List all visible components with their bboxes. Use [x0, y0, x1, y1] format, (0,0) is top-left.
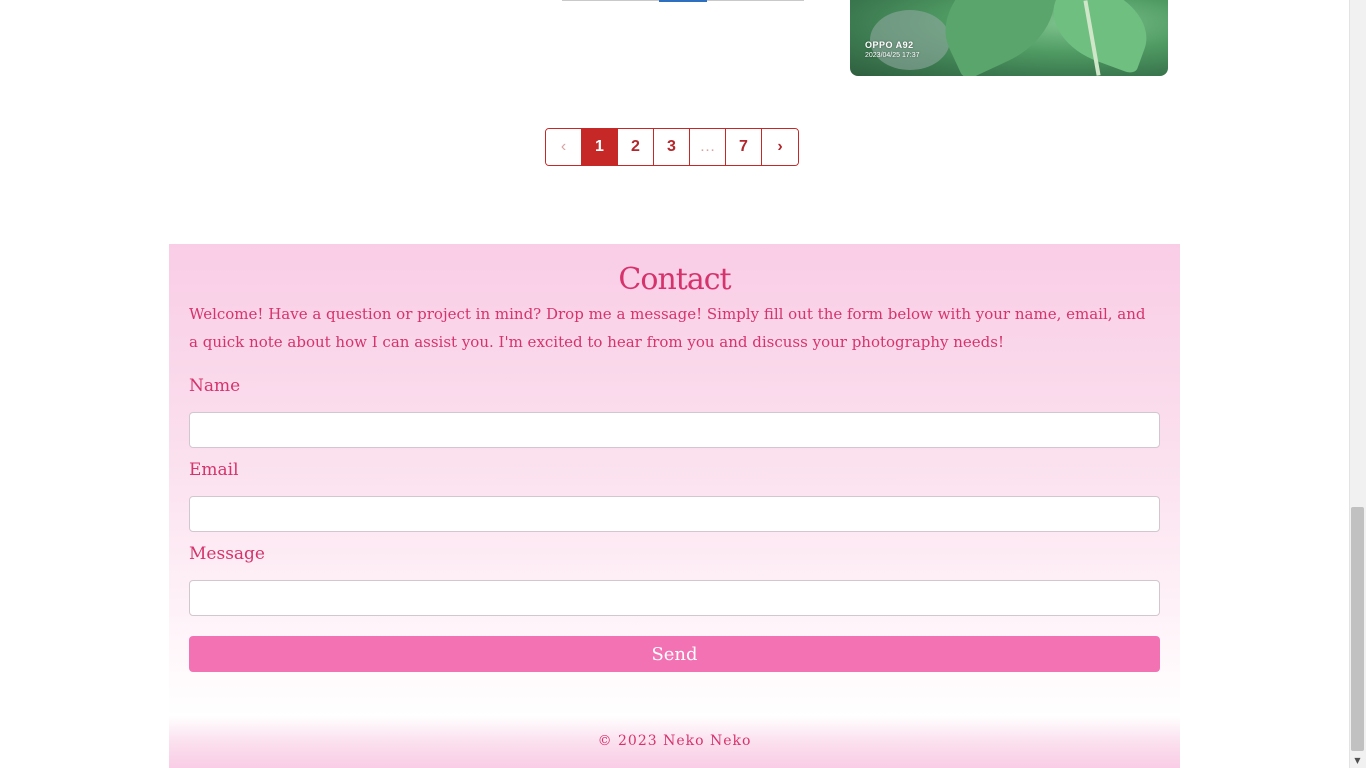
- pagination-page-last[interactable]: 7: [726, 129, 762, 165]
- pagination-ellipsis: …: [690, 129, 726, 165]
- message-input[interactable]: [189, 580, 1160, 616]
- message-label: Message: [189, 544, 265, 564]
- contact-section: Contact Welcome! Have a question or proj…: [169, 244, 1180, 716]
- name-input[interactable]: [189, 412, 1160, 448]
- pagination-page-2[interactable]: 2: [618, 129, 654, 165]
- gallery-photo-thumbnail[interactable]: OPPO A92 2023/04/25 17:37: [850, 0, 1168, 76]
- photo-leaf: [1041, 0, 1159, 75]
- send-button[interactable]: Send: [189, 636, 1160, 672]
- name-label: Name: [189, 376, 241, 396]
- gallery-card-accent: [659, 0, 707, 2]
- photo-watermark-device: OPPO A92: [865, 40, 914, 50]
- pagination-prev-button[interactable]: ‹: [546, 129, 582, 165]
- page-viewport: OPPO A92 2023/04/25 17:37 ‹ 1 2 3 … 7 › …: [0, 0, 1366, 768]
- email-input[interactable]: [189, 496, 1160, 532]
- footer: © 2023 Neko Neko: [169, 716, 1180, 768]
- pagination-page-1[interactable]: 1: [582, 129, 618, 165]
- scrollbar-down-arrow-icon[interactable]: ▼: [1352, 755, 1363, 766]
- pagination-next-button[interactable]: ›: [762, 129, 798, 165]
- contact-intro-text: Welcome! Have a question or project in m…: [189, 305, 1146, 351]
- scrollbar-thumb[interactable]: [1351, 507, 1364, 751]
- email-label: Email: [189, 460, 239, 480]
- photo-watermark-timestamp: 2023/04/25 17:37: [865, 52, 920, 59]
- photo-watermark: OPPO A92 2023/04/25 17:37: [865, 40, 920, 59]
- footer-copyright: © 2023 Neko Neko: [597, 733, 752, 749]
- pagination: ‹ 1 2 3 … 7 ›: [545, 128, 799, 166]
- contact-title: Contact: [618, 262, 731, 297]
- photo-leaf: [926, 0, 1074, 76]
- pagination-page-3[interactable]: 3: [654, 129, 690, 165]
